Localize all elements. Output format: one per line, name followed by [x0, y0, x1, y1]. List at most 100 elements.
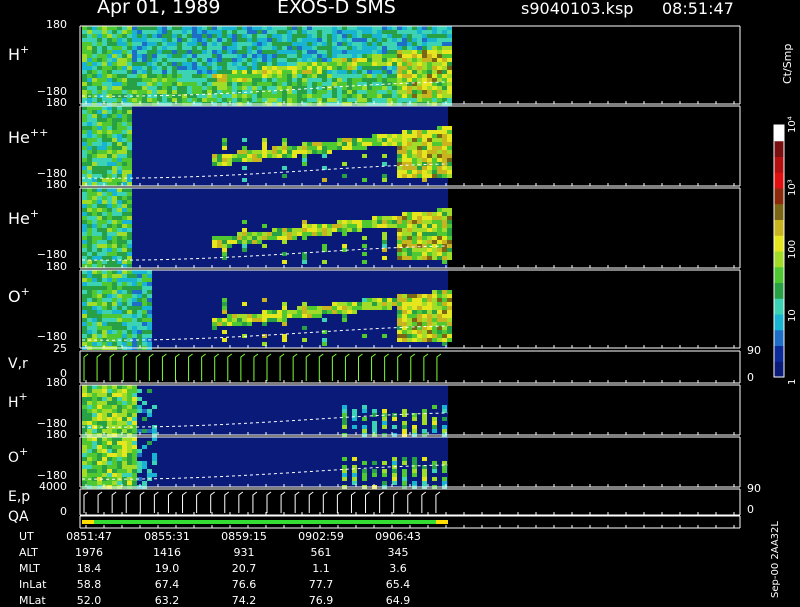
heatmap-cell — [407, 38, 412, 42]
heatmap-cell — [402, 310, 407, 314]
heatmap-cell — [132, 330, 137, 334]
heatmap-cell — [182, 58, 187, 62]
heatmap-cell — [432, 212, 437, 216]
heatmap-cell — [92, 290, 97, 294]
heatmap-cell — [132, 385, 137, 389]
heatmap-cell — [182, 62, 187, 66]
heatmap-cell — [157, 74, 162, 78]
heatmap-cell — [432, 240, 437, 244]
heatmap-cell — [137, 26, 142, 30]
heatmap-cell — [387, 90, 392, 94]
heatmap-cell — [102, 188, 107, 192]
heatmap-cell — [117, 270, 122, 274]
heatmap-cell — [307, 98, 312, 102]
heatmap-cell — [117, 264, 122, 268]
heatmap-cell — [407, 42, 412, 46]
heatmap-cell — [407, 298, 412, 302]
heatmap-cell — [227, 318, 232, 322]
heatmap-cell — [307, 34, 312, 38]
heatmap-cell — [357, 26, 362, 30]
heatmap-cell — [402, 34, 407, 38]
heatmap-cell — [417, 46, 422, 50]
heatmap-cell — [107, 38, 112, 42]
heatmap-cell — [352, 54, 357, 58]
heatmap-cell — [137, 405, 142, 409]
heatmap-cell — [447, 74, 452, 78]
heatmap-cell — [112, 228, 117, 232]
heatmap-cell — [432, 338, 437, 342]
heatmap-cell — [102, 200, 107, 204]
heatmap-cell — [437, 70, 442, 74]
sweep-mark — [240, 353, 246, 381]
heatmap-cell — [122, 200, 127, 204]
heatmap-cell — [122, 481, 127, 485]
heatmap-cell — [222, 154, 227, 158]
heatmap-cell — [372, 409, 377, 413]
heatmap-cell — [117, 240, 122, 244]
heatmap-cell — [427, 94, 432, 98]
heatmap-cell — [427, 306, 432, 310]
heatmap-cell — [132, 314, 137, 318]
heatmap-cell — [232, 98, 237, 102]
heatmap-cell — [202, 54, 207, 58]
heatmap-cell — [117, 114, 122, 118]
heatmap-cell — [232, 34, 237, 38]
heatmap-cell — [427, 166, 432, 170]
heatmap-cell — [177, 86, 182, 90]
heatmap-cell — [267, 46, 272, 50]
heatmap-cell — [437, 46, 442, 50]
heatmap-cell — [82, 158, 87, 162]
heatmap-cell — [222, 62, 227, 66]
heatmap-cell — [382, 154, 387, 158]
heatmap-cell — [152, 473, 157, 477]
heatmap-cell — [82, 166, 87, 170]
heatmap-cell — [292, 236, 297, 240]
heatmap-cell — [427, 78, 432, 82]
heatmap-cell — [327, 228, 332, 232]
heatmap-cell — [147, 302, 152, 306]
heatmap-cell — [392, 62, 397, 66]
heatmap-cell — [112, 82, 117, 86]
heatmap-cell — [197, 70, 202, 74]
sweep-mark — [252, 491, 258, 513]
heatmap-cell — [87, 334, 92, 338]
heatmap-cell — [97, 174, 102, 178]
heatmap-cell — [82, 138, 87, 142]
heatmap-cell — [372, 473, 377, 477]
heatmap-cell — [177, 74, 182, 78]
heatmap-cell — [82, 196, 87, 200]
heatmap-cell — [257, 54, 262, 58]
heatmap-cell — [112, 208, 117, 212]
heatmap-cell — [432, 298, 437, 302]
heatmap-cell — [82, 469, 87, 473]
heatmap-cell — [322, 342, 327, 346]
heatmap-cell — [362, 302, 367, 306]
heatmap-cell — [417, 30, 422, 34]
heatmap-cell — [442, 54, 447, 58]
heatmap-cell — [317, 82, 322, 86]
heatmap-cell — [302, 228, 307, 232]
heatmap-cell — [127, 66, 132, 70]
heatmap-cell — [347, 90, 352, 94]
heatmap-cell — [122, 282, 127, 286]
heatmap-cell — [157, 86, 162, 90]
heatmap-cell — [112, 232, 117, 236]
heatmap-cell — [312, 70, 317, 74]
heatmap-cell — [402, 306, 407, 310]
heatmap-cell — [342, 94, 347, 98]
heatmap-cell — [402, 74, 407, 78]
heatmap-cell — [92, 98, 97, 102]
heatmap-cell — [102, 122, 107, 126]
heatmap-cell — [237, 240, 242, 244]
heatmap-cell — [417, 322, 422, 326]
heatmap-cell — [442, 405, 447, 409]
heatmap-cell — [447, 290, 452, 294]
heatmap-cell — [147, 278, 152, 282]
heatmap-cell — [417, 154, 422, 158]
heatmap-cell — [242, 46, 247, 50]
heatmap-cell — [402, 58, 407, 62]
heatmap-cell — [437, 94, 442, 98]
heatmap-cell — [87, 342, 92, 346]
heatmap-cell — [297, 38, 302, 42]
heatmap-cell — [302, 98, 307, 102]
